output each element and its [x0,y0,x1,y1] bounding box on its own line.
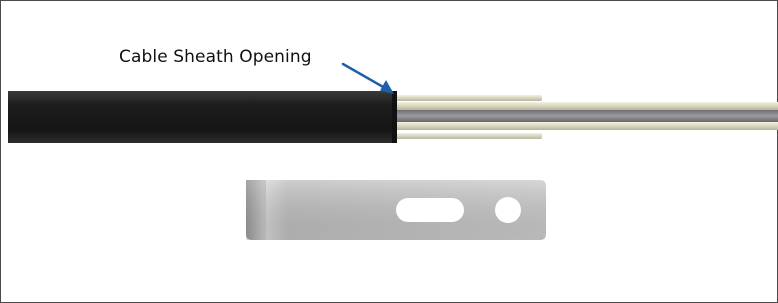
cable-illustration [8,62,778,240]
diagram-canvas: Cable Sheath Opening [0,0,778,303]
strength-member-top [392,95,542,101]
strength-member-bottom [392,133,542,139]
clip-bend [246,180,266,240]
callout-label: Cable Sheath Opening [119,47,312,67]
buffer-tube-upper [392,102,778,110]
callout-arrow [341,62,394,94]
clip-slot [396,198,464,222]
sheath-opening-edge [392,91,397,143]
cable-sheath [8,91,397,143]
metal-clip [246,180,546,240]
fiber-core [392,110,778,122]
sheath-body [8,91,396,143]
buffer-tube-lower [392,122,778,130]
callout-arrow-line [341,62,387,90]
exposed-fibers [392,95,778,139]
clip-hole [495,197,521,223]
